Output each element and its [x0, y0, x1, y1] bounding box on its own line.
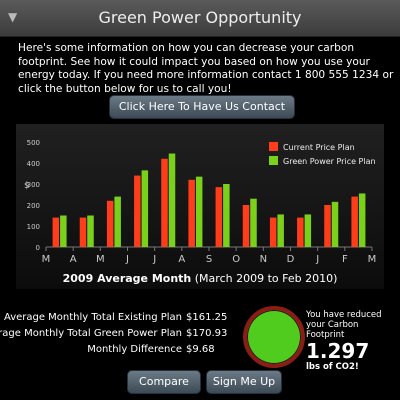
legend-swatch — [269, 142, 278, 151]
header-bar: ▼ Green Power Opportunity — [0, 0, 400, 37]
x-tick-label: D — [287, 254, 295, 265]
stats-block: Average Monthly Total Existing Plan $161… — [0, 310, 230, 358]
x-tick-label: F — [342, 254, 348, 265]
legend-label: Current Price Plan — [283, 143, 355, 152]
bar-current — [351, 196, 358, 247]
x-tick-label: S — [206, 254, 212, 265]
sign-me-up-button[interactable]: Sign Me Up — [206, 370, 282, 394]
chart-caption-title: 2009 Average Month — [62, 272, 192, 285]
bar-green — [304, 214, 312, 247]
bar-current — [242, 205, 250, 247]
stat-label-difference: Monthly Difference — [87, 344, 182, 355]
stat-value-existing: $161.25 — [186, 312, 228, 323]
bar-current — [134, 175, 141, 247]
stat-row-green: Average Monthly Total Green Power Plan $… — [0, 326, 230, 342]
bar-green — [358, 193, 366, 247]
chart-caption-range: (March 2009 to Feb 2010) — [191, 272, 338, 285]
bar-green — [114, 196, 121, 247]
bar-current — [324, 205, 331, 247]
stat-value-difference: $9.68 — [186, 344, 215, 355]
bar-green — [141, 170, 149, 247]
bar-current — [52, 217, 60, 247]
bar-current — [161, 158, 168, 247]
y-tick-label: 500 — [27, 139, 40, 147]
usage-chart: 0 100 200 300 400 500 $ M A M J J A S O N D J F M Current Pr… — [16, 124, 384, 289]
y-tick-label: 100 — [27, 223, 40, 231]
y-tick-label: 200 — [27, 202, 40, 210]
x-tick-label: J — [315, 254, 319, 265]
bar-current — [106, 200, 114, 247]
legend-swatch — [269, 156, 278, 165]
footprint-indicator — [243, 306, 305, 368]
x-tick-label: M — [368, 254, 377, 265]
bar-green — [223, 184, 230, 247]
bar-current — [269, 217, 277, 247]
x-tick-label: M — [42, 254, 51, 265]
bar-green — [60, 215, 67, 247]
legend-label: Green Power Price Plan — [283, 157, 376, 166]
contact-us-button[interactable]: Click Here To Have Us Contact You — [109, 95, 295, 135]
stat-label-green: Average Monthly Total Green Power Plan — [0, 328, 182, 339]
stat-row-existing: Average Monthly Total Existing Plan $161… — [0, 310, 230, 326]
bar-current — [297, 217, 304, 247]
bar-green — [195, 176, 203, 247]
stat-label-existing: Average Monthly Total Existing Plan — [3, 312, 182, 323]
page-title: Green Power Opportunity — [98, 8, 302, 27]
stat-row-difference: Monthly Difference $9.68 — [0, 342, 230, 358]
y-axis-label: $ — [24, 181, 30, 191]
x-tick-label: J — [125, 254, 129, 265]
footprint-savings: You have reduced your Carbon Footprint 1… — [306, 310, 396, 372]
y-tick-label: 400 — [27, 160, 40, 168]
intro-text: Here's some information on how you can d… — [18, 42, 394, 95]
x-tick-label: O — [232, 254, 240, 265]
bar-green — [277, 214, 284, 247]
bar-current — [215, 187, 223, 247]
x-tick-label: M — [96, 254, 105, 265]
savings-amount: 1.297 — [306, 339, 370, 363]
bar-current — [188, 179, 195, 247]
bar-green — [168, 153, 176, 247]
x-tick-label: A — [178, 254, 185, 265]
savings-line1: You have reduced your Carbon Footprint — [306, 310, 382, 340]
x-tick-label: A — [70, 254, 77, 265]
bar-green — [331, 201, 339, 247]
chart-svg: 0100200300400500$M A M J J A S O N D J F MCurrent Pr… — [24, 139, 377, 265]
x-tick-label: J — [152, 254, 156, 265]
bar-green — [87, 215, 94, 247]
bar-current — [79, 217, 87, 247]
bar-green — [250, 198, 257, 247]
savings-line2: lbs of CO2! — [306, 362, 359, 372]
compare-button[interactable]: Compare — [127, 370, 201, 394]
x-tick-label: N — [260, 254, 267, 265]
chart-caption: 2009 Average Month (March 2009 to Feb 20… — [16, 272, 384, 285]
y-tick-label: 0 — [36, 244, 40, 252]
stat-value-green: $170.93 — [186, 328, 228, 339]
